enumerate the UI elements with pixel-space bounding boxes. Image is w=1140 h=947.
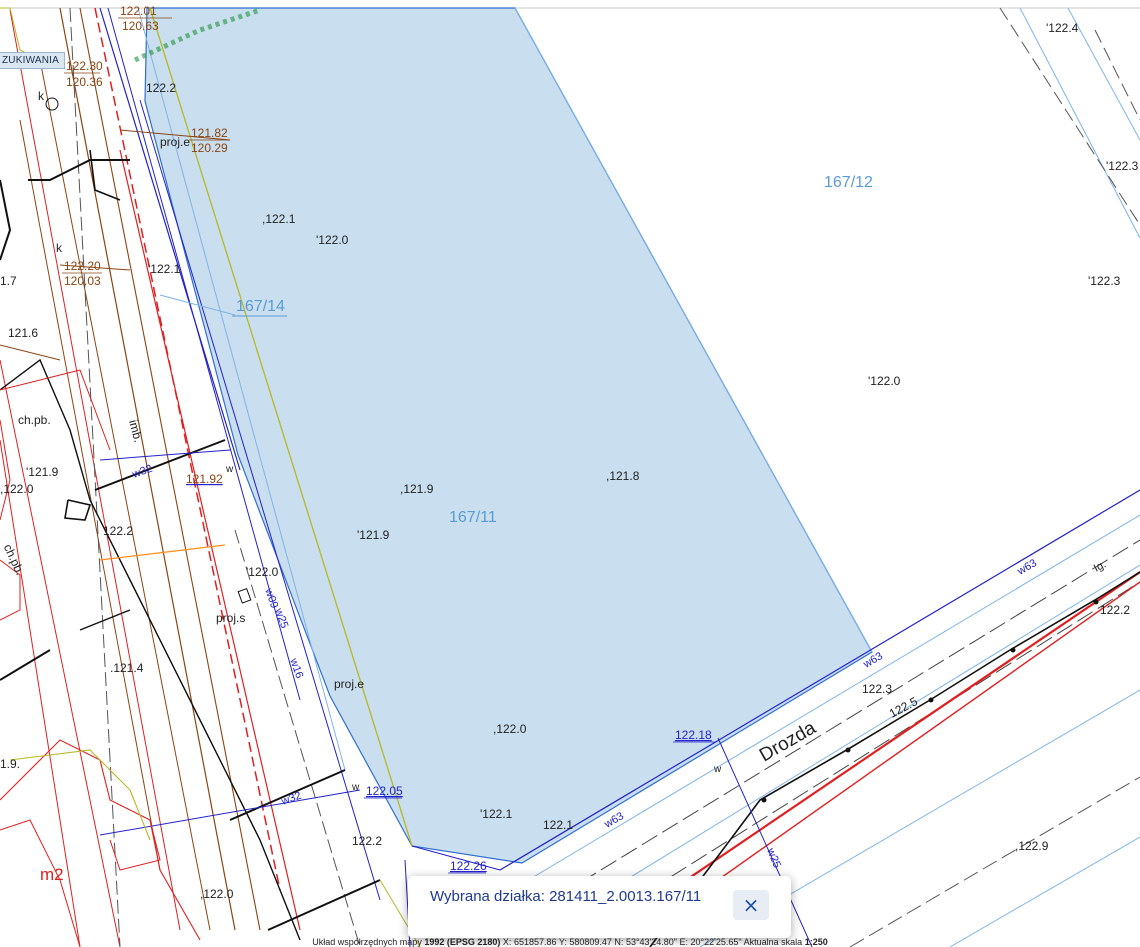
svg-text:122.20: 122.20 (64, 259, 101, 273)
svg-text:w: w (351, 782, 360, 793)
selected-parcel-text: Wybrana działka: 281411_2.0013.167/11 (430, 888, 702, 905)
svg-text:122.05: 122.05 (366, 784, 403, 798)
svg-text:120.63: 120.63 (122, 19, 159, 33)
svg-text:k: k (56, 241, 63, 255)
height-point: '121.9 (26, 465, 59, 479)
svg-text:w25: w25 (272, 606, 291, 630)
x-label: X: (502, 938, 512, 947)
height-point: '122.0 (868, 374, 901, 388)
height-point: ,122.0 (200, 887, 234, 901)
crs-label: Układ współrzędnych mapy (312, 938, 422, 947)
svg-text:w: w (713, 764, 722, 775)
height-point: '122.1 (480, 807, 513, 821)
height-point: 121.6 (8, 326, 38, 340)
svg-text:120.03: 120.03 (64, 274, 101, 288)
parcel-label-167-14: 167/14 (236, 298, 285, 315)
height-point: 122.1 (543, 818, 573, 832)
height-point: '122.3 (1106, 159, 1139, 173)
svg-text:120.36: 120.36 (66, 75, 103, 89)
height-point: 1.9. (0, 757, 20, 771)
y-label: Y: (558, 938, 567, 947)
y-value: 580809.47 (569, 938, 612, 947)
svg-text:122.30: 122.30 (66, 59, 103, 73)
height-point: ,121.8 (606, 469, 640, 483)
svg-text:w32: w32 (279, 790, 303, 809)
parcel-label-167-12: 167/12 (824, 174, 873, 191)
svg-text:ch.pb.: ch.pb. (1, 542, 28, 578)
height-point: .121.4 (110, 661, 144, 675)
height-point: ,121.9 (400, 482, 434, 496)
x-value: 651857.86 (513, 938, 557, 947)
status-bar: Układ współrzędnych mapy 1992 (EPSG 2180… (0, 938, 1140, 947)
n-value: 53°43'24.80" (625, 938, 677, 947)
search-panel-tab[interactable]: ZUKIWANIA (0, 52, 65, 69)
height-point: 122.2 (1100, 603, 1130, 617)
svg-text:122.18: 122.18 (675, 728, 712, 742)
scale-label: Aktualna skala (743, 938, 803, 947)
svg-text:proj.e: proj.e (334, 677, 364, 691)
height-point: '122.1 (148, 262, 181, 276)
svg-text:122.01: 122.01 (120, 4, 157, 18)
svg-text:121.92: 121.92 (186, 472, 223, 486)
height-point: ,122.0 (493, 722, 527, 736)
e-value: 20°22'25.65" (690, 938, 742, 947)
scale-value: 1:250 (804, 938, 828, 947)
svg-text:w32: w32 (130, 463, 154, 482)
selection-toast: Wybrana działka: 281411_2.0013.167/11 × (408, 876, 791, 938)
svg-text:w25: w25 (764, 846, 783, 870)
svg-text:w16: w16 (287, 656, 306, 680)
svg-text:122.26: 122.26 (450, 859, 487, 873)
height-point: '122.0 (316, 233, 349, 247)
crs-value: 1992 (EPSG 2180) (424, 938, 501, 947)
height-point: 122.3 (862, 682, 892, 696)
height-point: ,122.9 (1015, 839, 1049, 853)
svg-text:120.29: 120.29 (191, 141, 228, 155)
svg-text:proj.e: proj.e (160, 135, 190, 149)
height-point: '122.3 (1088, 274, 1121, 288)
height-point: 1.7 (0, 274, 17, 288)
svg-text:ch.pb.: ch.pb. (18, 413, 51, 427)
height-point: 122.2 (146, 81, 176, 95)
height-point: ,122.0 (0, 482, 34, 496)
parcel-label-167-11: 167/11 (449, 509, 497, 526)
height-point: 122.2 (103, 524, 133, 538)
height-point: '122.4 (1046, 21, 1079, 35)
building-label: m2 (40, 865, 64, 884)
svg-text:k: k (38, 89, 45, 103)
height-point: ,122.1 (262, 212, 296, 226)
height-point: '122.0 (246, 565, 279, 579)
height-point: '121.9 (357, 528, 390, 542)
height-point: 122.2 (352, 834, 382, 848)
n-label: N: (614, 938, 624, 947)
svg-text:w: w (225, 464, 234, 475)
close-icon[interactable]: × (733, 890, 769, 920)
svg-text:imb.: imb. (126, 418, 145, 444)
e-label: E: (679, 938, 689, 947)
svg-text:w63: w63 (1015, 557, 1039, 578)
svg-text:w09: w09 (262, 586, 281, 610)
map-canvas[interactable]: '122.4 '122.3 '122.3 122.2 ,122.1 '122.0… (0, 0, 1140, 947)
svg-text:proj.s: proj.s (216, 611, 245, 625)
search-panel-tab-label: ZUKIWANIA (2, 55, 59, 66)
svg-text:121.82: 121.82 (191, 126, 228, 140)
